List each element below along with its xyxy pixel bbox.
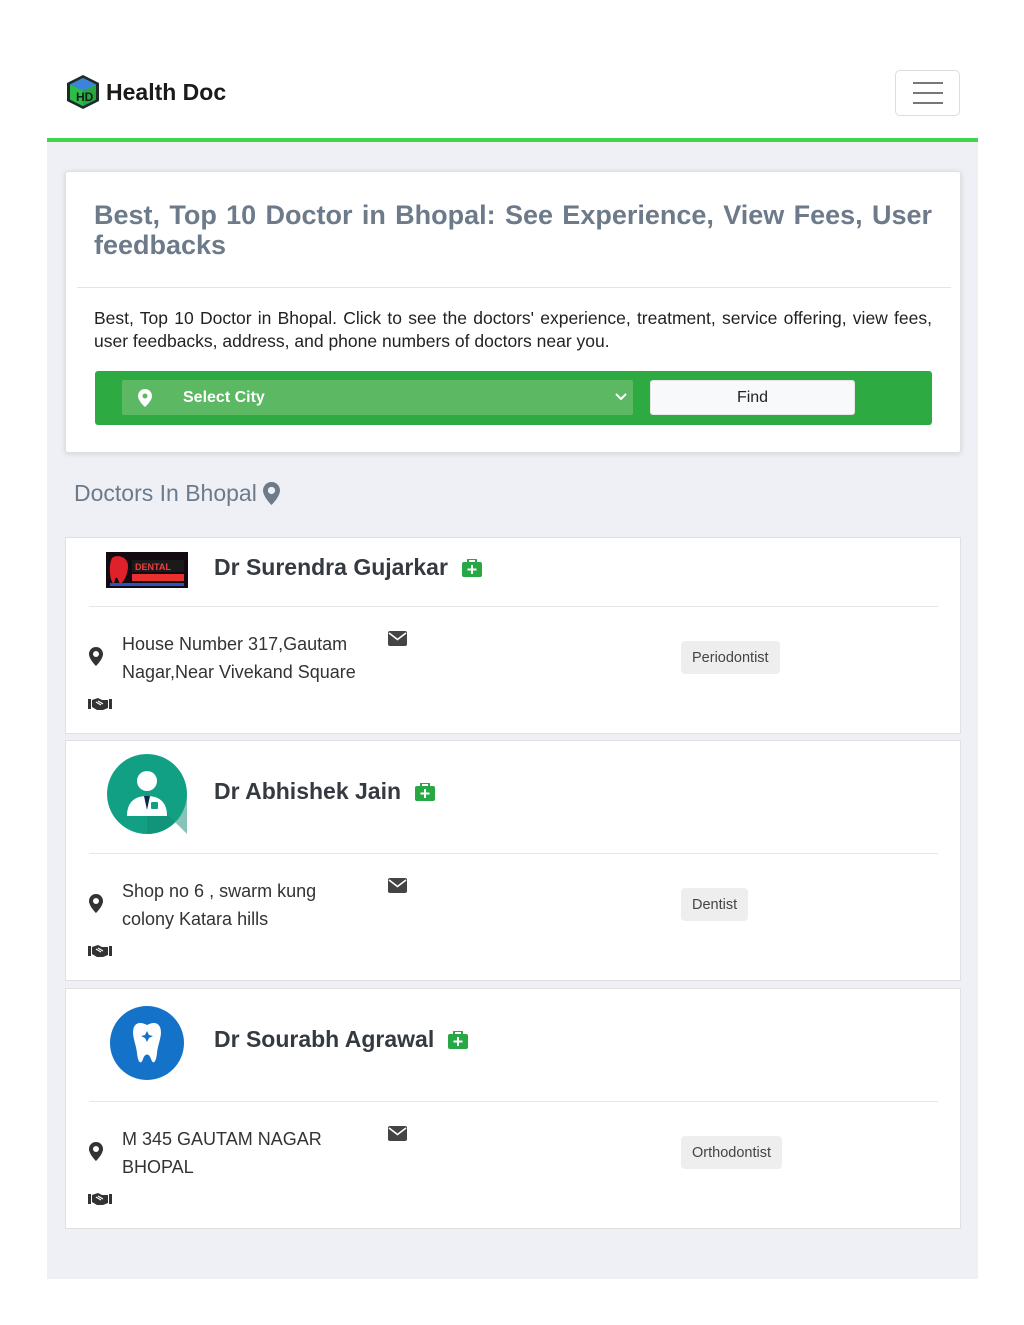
divider — [89, 853, 938, 854]
specialty-badge[interactable]: Dentist — [681, 888, 749, 921]
envelope-icon[interactable] — [388, 878, 407, 893]
find-button[interactable]: Find — [650, 380, 855, 415]
medical-kit-icon — [461, 558, 482, 577]
divider — [89, 606, 938, 607]
doctor-address: House Number 317,Gautam Nagar,Near Vivek… — [122, 634, 356, 682]
doctor-card[interactable]: Dr Abhishek Jain Shop no 6 , swarm kung … — [65, 740, 961, 981]
dental-clinic-logo: DENTAL — [106, 552, 188, 588]
tooth-logo — [107, 1003, 187, 1083]
chevron-down-icon — [615, 393, 627, 401]
divider — [89, 1101, 938, 1102]
doctor-address: M 345 GAUTAM NAGAR BHOPAL — [122, 1129, 322, 1177]
svg-text:HD: HD — [76, 90, 94, 104]
medical-kit-icon — [448, 1030, 469, 1049]
specialty-badge[interactable]: Periodontist — [681, 641, 780, 674]
menu-toggle-button[interactable] — [895, 70, 960, 116]
doctor-card[interactable]: DENTAL Dr Surendra Gujarkar House Number… — [65, 537, 961, 734]
doctor-name[interactable]: Dr Abhishek Jain — [214, 778, 401, 805]
handshake-icon — [88, 945, 112, 957]
doctor-name[interactable]: Dr Sourabh Agrawal — [214, 1026, 434, 1053]
doctor-name[interactable]: Dr Surendra Gujarkar — [214, 554, 448, 581]
handshake-icon — [88, 1193, 112, 1205]
brand-name: Health Doc — [106, 78, 227, 105]
medical-kit-icon — [415, 782, 436, 801]
page-description: Best, Top 10 Doctor in Bhopal. Click to … — [94, 308, 932, 351]
map-pin-icon — [89, 894, 103, 913]
city-select[interactable]: Select City — [122, 380, 633, 415]
hamburger-icon — [912, 82, 943, 84]
map-pin-icon — [138, 389, 152, 407]
map-pin-icon — [89, 1142, 103, 1161]
svg-text:DENTAL: DENTAL — [135, 562, 171, 572]
health-doc-logo-icon: HD — [67, 75, 99, 109]
doctor-address: Shop no 6 , swarm kung colony Katara hil… — [122, 881, 317, 929]
divider — [77, 287, 951, 288]
city-search-bar: Select City Find — [95, 371, 932, 425]
specialty-badge[interactable]: Orthodontist — [681, 1136, 782, 1169]
brand[interactable]: HD Health Doc — [65, 74, 226, 110]
page-title: Best, Top 10 Doctor in Bhopal: See Exper… — [94, 200, 932, 260]
hero-card: Best, Top 10 Doctor in Bhopal: See Exper… — [65, 171, 961, 453]
section-title: Doctors In Bhopal — [74, 480, 280, 507]
city-select-label: Select City — [183, 389, 265, 406]
navbar: HD Health Doc — [47, 60, 978, 140]
doctor-avatar — [107, 754, 187, 834]
handshake-icon — [88, 698, 112, 710]
map-pin-icon — [262, 482, 280, 505]
envelope-icon[interactable] — [388, 631, 407, 646]
map-pin-icon — [89, 647, 103, 666]
envelope-icon[interactable] — [388, 1126, 407, 1141]
doctor-card[interactable]: Dr Sourabh Agrawal M 345 GAUTAM NAGAR BH… — [65, 988, 961, 1229]
